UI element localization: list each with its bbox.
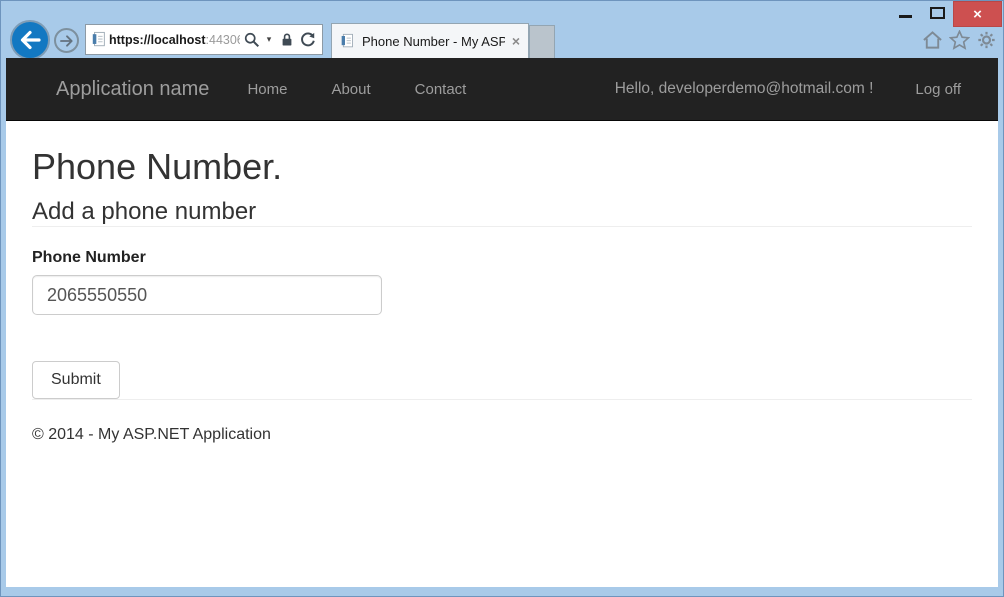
address-bar[interactable]: https://localhost:44306/Acc ▾ — [85, 24, 323, 55]
url-text[interactable]: https://localhost:44306/Acc — [109, 33, 240, 47]
search-icon — [243, 31, 260, 48]
phone-number-label: Phone Number — [32, 249, 972, 267]
nav-link-home[interactable]: Home — [225, 81, 309, 98]
security-report-button[interactable] — [277, 28, 296, 52]
web-page: Application name Home About Contact Hell… — [6, 58, 998, 587]
search-button[interactable] — [242, 28, 261, 52]
log-off-link[interactable]: Log off — [915, 81, 961, 98]
divider — [32, 226, 972, 227]
back-button[interactable] — [10, 20, 50, 60]
url-host: https://localhost — [109, 33, 206, 47]
minimize-button[interactable] — [899, 15, 912, 18]
new-tab-button[interactable] — [529, 25, 555, 58]
navbar: Application name Home About Contact Hell… — [6, 58, 998, 121]
main-content: Phone Number. Add a phone number Phone N… — [32, 146, 972, 444]
nav-link-about[interactable]: About — [309, 81, 392, 98]
navbar-brand[interactable]: Application name — [56, 78, 209, 101]
navbar-right: Hello, developerdemo@hotmail.com ! Log o… — [615, 80, 973, 98]
refresh-icon — [299, 31, 316, 48]
url-path: :44306/Acc — [206, 33, 240, 47]
page-icon — [340, 32, 355, 50]
back-arrow-icon — [18, 28, 42, 52]
divider — [32, 399, 972, 400]
tab-title: Phone Number - My ASP.N... — [362, 34, 505, 49]
phone-number-form: Phone Number Submit — [32, 249, 972, 399]
home-icon[interactable] — [922, 30, 943, 50]
browser-tab[interactable]: Phone Number - My ASP.N... × — [331, 23, 529, 58]
page-subtitle: Add a phone number — [32, 198, 972, 226]
gear-icon[interactable] — [976, 30, 997, 50]
maximize-button[interactable] — [930, 7, 945, 19]
forward-arrow-icon — [59, 33, 75, 49]
star-icon[interactable] — [949, 30, 970, 50]
chevron-down-icon[interactable]: ▾ — [263, 34, 275, 45]
forward-button[interactable] — [54, 28, 79, 53]
browser-chrome: https://localhost:44306/Acc ▾ — [1, 1, 1003, 58]
submit-button[interactable]: Submit — [32, 361, 120, 399]
browser-window: https://localhost:44306/Acc ▾ — [0, 0, 1004, 597]
tab-close-button[interactable]: × — [512, 34, 520, 48]
refresh-button[interactable] — [298, 28, 317, 52]
window-close-button[interactable]: × — [953, 1, 1002, 27]
page-title: Phone Number. — [32, 146, 972, 188]
page-icon — [91, 30, 107, 49]
copyright-text: © 2014 - My ASP.NET Application — [32, 426, 972, 444]
lock-icon — [279, 31, 295, 48]
page-footer: © 2014 - My ASP.NET Application — [32, 426, 972, 444]
user-greeting[interactable]: Hello, developerdemo@hotmail.com ! — [615, 80, 874, 98]
phone-number-input[interactable] — [32, 275, 382, 315]
nav-link-contact[interactable]: Contact — [393, 81, 489, 98]
